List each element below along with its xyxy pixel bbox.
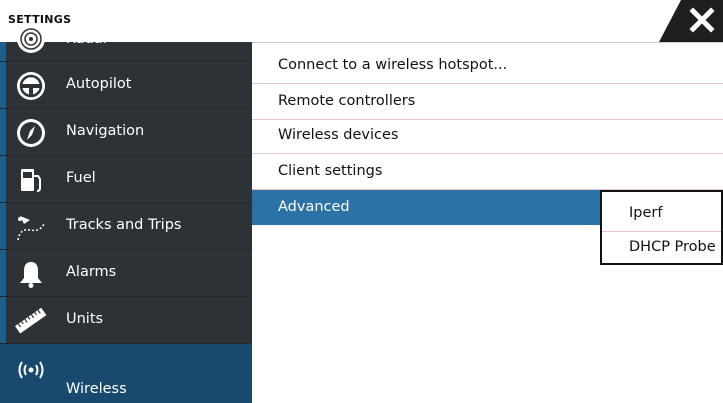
- submenu-dhcp-probe[interactable]: DHCP Probe: [602, 230, 721, 265]
- sidebar-item-label: Autopilot: [66, 76, 132, 92]
- submenu-iperf[interactable]: Iperf: [602, 196, 721, 232]
- menu-remote-controllers[interactable]: Remote controllers: [252, 84, 723, 120]
- menu-client-settings[interactable]: Client settings: [252, 154, 723, 190]
- sidebar-item-label: Navigation: [66, 123, 145, 139]
- menu-connect-hotspot[interactable]: Connect to a wireless hotspot...: [252, 48, 723, 84]
- sidebar-item-label: Fuel: [66, 170, 96, 186]
- menu-item-label: Client settings: [278, 163, 383, 179]
- sidebar-item-label: Tracks and Trips: [66, 217, 182, 233]
- wireless-icon: [14, 353, 48, 387]
- sidebar-item-label: Alarms: [66, 264, 117, 280]
- sidebar-item-label: Wireless: [66, 381, 127, 397]
- steering-wheel-icon: [14, 69, 48, 103]
- sidebar-item-tracks-and-trips[interactable]: Tracks and Trips: [0, 203, 252, 250]
- advanced-submenu: Iperf DHCP Probe: [600, 190, 723, 265]
- submenu-item-label: DHCP Probe: [629, 239, 716, 255]
- menu-item-label: Wireless devices: [278, 127, 399, 143]
- close-button[interactable]: [659, 0, 723, 42]
- sidebar-item-wireless[interactable]: Wireless: [0, 344, 252, 403]
- menu-wireless-devices[interactable]: Wireless devices: [252, 118, 723, 154]
- radar-icon: [14, 22, 48, 56]
- sidebar-item-label: Radar: [66, 31, 109, 47]
- fuel-pump-icon: [14, 163, 48, 197]
- submenu-item-label: Iperf: [629, 205, 663, 221]
- sidebar-item-units[interactable]: Units: [0, 297, 252, 344]
- sidebar-item-navigation[interactable]: Navigation: [0, 109, 252, 156]
- sidebar-item-alarms[interactable]: Alarms: [0, 250, 252, 297]
- menu-item-label: Remote controllers: [278, 93, 416, 109]
- sidebar-item-fuel[interactable]: Fuel: [0, 156, 252, 203]
- sidebar-item-radar[interactable]: Radar: [0, 19, 252, 62]
- menu-item-label: Advanced: [278, 199, 350, 215]
- bell-icon: [14, 257, 48, 291]
- close-icon: [689, 7, 715, 33]
- sidebar-item-autopilot[interactable]: Autopilot: [0, 62, 252, 109]
- compass-icon: [14, 116, 48, 150]
- ruler-icon: [14, 304, 48, 338]
- track-icon: [14, 210, 48, 244]
- menu-item-label: Connect to a wireless hotspot...: [278, 57, 508, 73]
- sidebar-item-label: Units: [66, 311, 104, 327]
